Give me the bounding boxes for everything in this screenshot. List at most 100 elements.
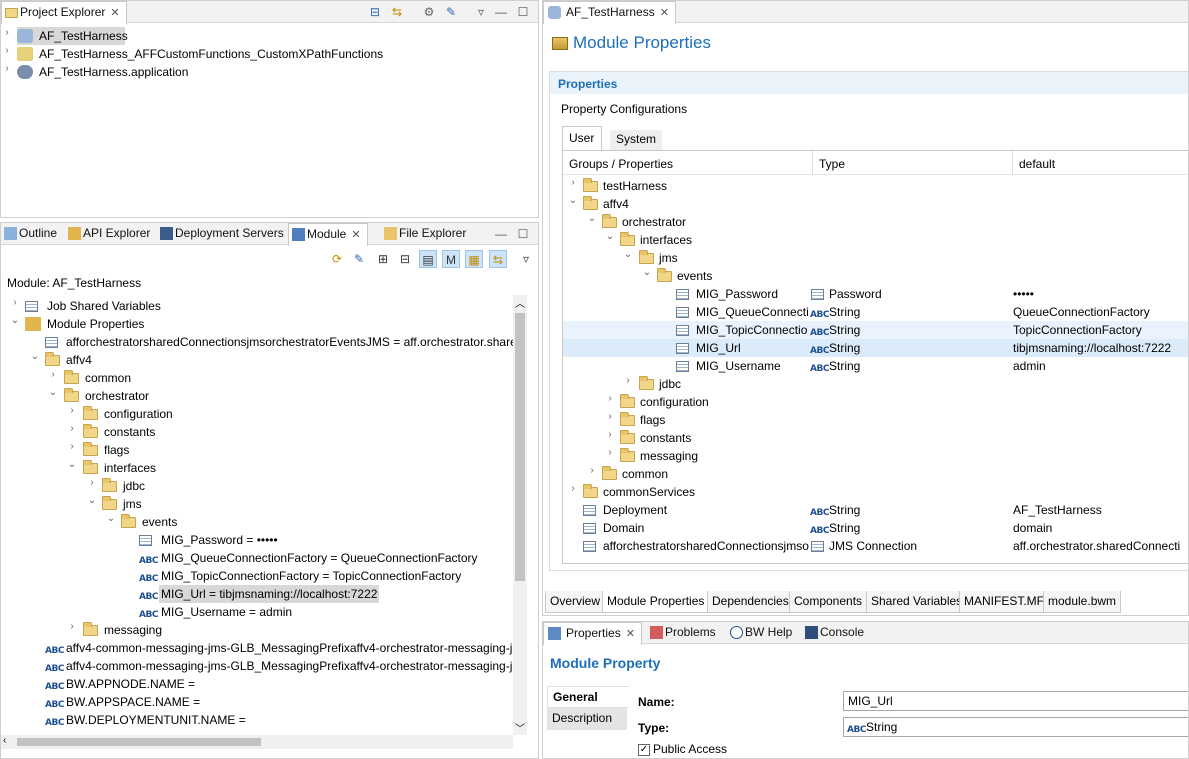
- chevron-down-icon[interactable]: ⌄: [586, 213, 598, 231]
- chevron-down-icon[interactable]: ⌄: [29, 351, 41, 369]
- table-row[interactable]: affv4: [583, 195, 1188, 213]
- tab-manifest[interactable]: MANIFEST.MF: [959, 591, 1049, 613]
- scrollbar-thumb[interactable]: [17, 738, 261, 746]
- minimize-icon[interactable]: —: [493, 226, 509, 242]
- chevron-right-icon[interactable]: ›: [604, 393, 616, 411]
- table-row[interactable]: commonServices: [583, 483, 1188, 501]
- close-icon[interactable]: ✕: [626, 624, 635, 645]
- chevron-right-icon[interactable]: ›: [86, 477, 98, 495]
- tab-bw-help[interactable]: BW Help: [727, 622, 792, 644]
- chevron-right-icon[interactable]: ›: [604, 429, 616, 447]
- view-menu-icon[interactable]: ▿: [473, 4, 489, 20]
- table-row[interactable]: MIG_TopicConnectio ABC String TopicConne…: [563, 321, 1188, 339]
- chevron-down-icon[interactable]: ⌄: [622, 249, 634, 267]
- chevron-right-icon[interactable]: ›: [9, 297, 21, 315]
- table-row[interactable]: MIG_Username ABC String admin: [563, 357, 1188, 375]
- show-module-properties-icon[interactable]: ▦: [465, 250, 483, 268]
- tab-api-explorer[interactable]: API Explorer: [65, 223, 150, 245]
- refresh-icon[interactable]: ⟳: [328, 250, 346, 268]
- view-menu-icon[interactable]: ▿: [517, 250, 535, 268]
- chevron-right-icon[interactable]: ›: [586, 465, 598, 483]
- chevron-down-icon[interactable]: ⌄: [66, 459, 78, 477]
- tab-dependencies[interactable]: Dependencies: [707, 591, 794, 613]
- chevron-right-icon[interactable]: ›: [1, 45, 13, 63]
- horizontal-scrollbar[interactable]: ‹: [1, 735, 513, 749]
- chevron-right-icon[interactable]: ›: [47, 369, 59, 387]
- tab-shared-variables[interactable]: Shared Variables: [866, 591, 968, 613]
- chevron-down-icon[interactable]: ⌄: [641, 267, 653, 285]
- filter-icon[interactable]: ⚙: [421, 4, 437, 20]
- pin-icon[interactable]: ✎: [443, 4, 459, 20]
- project-item[interactable]: AF_TestHarness: [17, 27, 128, 45]
- chevron-right-icon[interactable]: ›: [66, 405, 78, 423]
- public-access-checkbox[interactable]: ✓: [638, 744, 650, 756]
- maximize-icon[interactable]: ☐: [515, 4, 531, 20]
- tab-deployment-servers[interactable]: Deployment Servers: [157, 223, 284, 245]
- expand-all-icon[interactable]: ⊞: [374, 250, 392, 268]
- table-row[interactable]: messaging: [620, 447, 1188, 465]
- show-manifest-icon[interactable]: M: [442, 250, 460, 268]
- tab-module-properties[interactable]: Module Properties: [602, 591, 710, 613]
- scroll-left-icon[interactable]: ‹: [3, 735, 6, 746]
- close-icon[interactable]: ✕: [110, 3, 119, 24]
- scroll-up-icon[interactable]: ︿: [515, 295, 525, 310]
- side-tab-general[interactable]: General: [547, 686, 629, 708]
- column-header-type[interactable]: Type: [819, 157, 845, 171]
- name-field[interactable]: MIG_Url: [843, 691, 1188, 711]
- column-header-groups[interactable]: Groups / Properties: [569, 157, 673, 171]
- chevron-down-icon[interactable]: ⌄: [47, 387, 59, 405]
- table-row-selected[interactable]: MIG_Url ABC String tibjmsnaming://localh…: [563, 339, 1188, 357]
- tab-file-explorer[interactable]: File Explorer: [381, 223, 466, 245]
- table-row[interactable]: configuration: [620, 393, 1188, 411]
- chevron-right-icon[interactable]: ›: [1, 27, 13, 45]
- scrollbar-thumb[interactable]: [515, 313, 525, 581]
- chevron-right-icon[interactable]: ›: [567, 177, 579, 195]
- minimize-icon[interactable]: —: [493, 4, 509, 20]
- tab-user[interactable]: User: [562, 126, 602, 150]
- tab-af-testharness[interactable]: AF_TestHarness ✕: [543, 1, 676, 24]
- close-icon[interactable]: ✕: [351, 225, 360, 246]
- tab-properties[interactable]: Properties ✕: [543, 622, 642, 645]
- tab-system[interactable]: System: [610, 130, 662, 150]
- link-editor-icon[interactable]: ⇆: [389, 4, 405, 20]
- tab-overview[interactable]: Overview: [545, 591, 606, 613]
- table-row[interactable]: orchestrator: [602, 213, 1188, 231]
- table-row[interactable]: MIG_QueueConnectio ABC String QueueConne…: [563, 303, 1188, 321]
- type-field[interactable]: ABC String: [843, 717, 1188, 737]
- table-row[interactable]: afforchestratorsharedConnectionsjmso JMS…: [563, 537, 1188, 555]
- tab-module-bwm[interactable]: module.bwm: [1043, 591, 1122, 613]
- table-row[interactable]: flags: [620, 411, 1188, 429]
- chevron-down-icon[interactable]: ⌄: [86, 495, 98, 513]
- maximize-icon[interactable]: ☐: [515, 226, 531, 242]
- chevron-right-icon[interactable]: ›: [604, 411, 616, 429]
- table-row[interactable]: interfaces: [620, 231, 1188, 249]
- tab-module[interactable]: Module ✕: [288, 223, 368, 246]
- chevron-down-icon[interactable]: ⌄: [604, 231, 616, 249]
- column-header-default[interactable]: default: [1019, 157, 1055, 171]
- link-with-editor-icon[interactable]: ⇆: [489, 250, 507, 268]
- chevron-right-icon[interactable]: ›: [1, 63, 13, 81]
- chevron-down-icon[interactable]: ⌄: [9, 315, 21, 333]
- tab-problems[interactable]: Problems: [647, 622, 716, 644]
- chevron-right-icon[interactable]: ›: [66, 621, 78, 639]
- pin-icon[interactable]: ✎: [350, 250, 368, 268]
- tab-outline[interactable]: Outline: [1, 223, 57, 245]
- table-row[interactable]: jms: [639, 249, 1188, 267]
- table-row[interactable]: jdbc: [639, 375, 1188, 393]
- tab-console[interactable]: Console: [802, 622, 864, 644]
- table-row[interactable]: common: [602, 465, 1188, 483]
- vertical-scrollbar[interactable]: ︿ ﹀: [513, 295, 527, 735]
- chevron-right-icon[interactable]: ›: [604, 447, 616, 465]
- collapse-all-icon[interactable]: ⊟: [396, 250, 414, 268]
- chevron-down-icon[interactable]: ⌄: [567, 195, 579, 213]
- show-properties-icon[interactable]: ▤: [419, 250, 437, 268]
- chevron-right-icon[interactable]: ›: [567, 483, 579, 501]
- chevron-right-icon[interactable]: ›: [622, 375, 634, 393]
- scroll-down-icon[interactable]: ﹀: [515, 720, 525, 735]
- table-row[interactable]: Deployment ABC String AF_TestHarness: [563, 501, 1188, 519]
- table-row[interactable]: constants: [620, 429, 1188, 447]
- tab-project-explorer[interactable]: Project Explorer ✕: [1, 1, 127, 24]
- table-row[interactable]: MIG_Password Password •••••: [563, 285, 1188, 303]
- close-icon[interactable]: ✕: [660, 3, 669, 24]
- chevron-down-icon[interactable]: ⌄: [105, 513, 117, 531]
